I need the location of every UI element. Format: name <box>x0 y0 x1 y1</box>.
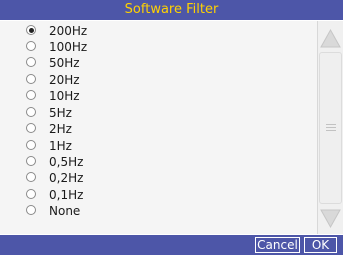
radio-icon[interactable] <box>26 156 36 166</box>
option-label: 0,1Hz <box>49 188 84 202</box>
radio-icon[interactable] <box>26 123 36 133</box>
filter-option-20hz[interactable]: 20Hz <box>0 72 316 88</box>
radio-icon[interactable] <box>26 107 36 117</box>
scroll-thumb[interactable] <box>319 52 342 204</box>
software-filter-dialog: Software Filter 200Hz 100Hz 50Hz 20Hz 10… <box>0 0 343 255</box>
filter-option-5hz[interactable]: 5Hz <box>0 105 316 121</box>
option-label: 200Hz <box>49 24 88 38</box>
filter-option-0-2hz[interactable]: 0,2Hz <box>0 170 316 186</box>
filter-option-0-1hz[interactable]: 0,1Hz <box>0 187 316 203</box>
filter-option-1hz[interactable]: 1Hz <box>0 138 316 154</box>
radio-icon[interactable] <box>26 57 36 67</box>
radio-icon[interactable] <box>26 41 36 51</box>
dialog-title: Software Filter <box>0 0 343 20</box>
filter-option-0-5hz[interactable]: 0,5Hz <box>0 154 316 170</box>
filter-option-100hz[interactable]: 100Hz <box>0 39 316 55</box>
vertical-scrollbar[interactable] <box>317 21 343 234</box>
cancel-button[interactable]: Cancel <box>255 237 300 253</box>
radio-icon[interactable] <box>26 172 36 182</box>
radio-icon[interactable] <box>26 140 36 150</box>
radio-icon[interactable] <box>26 90 36 100</box>
ok-button[interactable]: OK <box>304 237 337 253</box>
option-label: 1Hz <box>49 139 72 153</box>
triangle-down-icon <box>320 209 341 229</box>
dialog-button-bar: Cancel OK <box>0 235 343 255</box>
option-label: 20Hz <box>49 73 80 87</box>
filter-option-2hz[interactable]: 2Hz <box>0 121 316 137</box>
filter-options-list: 200Hz 100Hz 50Hz 20Hz 10Hz 5Hz 2Hz 1Hz 0… <box>0 21 316 234</box>
option-label: 100Hz <box>49 40 88 54</box>
option-label: None <box>49 204 81 218</box>
radio-icon[interactable] <box>26 205 36 215</box>
option-label: 10Hz <box>49 89 80 103</box>
triangle-up-icon <box>320 28 341 48</box>
filter-option-200hz[interactable]: 200Hz <box>0 23 316 39</box>
option-label: 5Hz <box>49 106 72 120</box>
option-label: 0,2Hz <box>49 171 84 185</box>
filter-option-none[interactable]: None <box>0 203 316 219</box>
filter-option-50hz[interactable]: 50Hz <box>0 55 316 71</box>
option-label: 2Hz <box>49 122 72 136</box>
radio-icon[interactable] <box>26 74 36 84</box>
scroll-up-button[interactable] <box>318 26 343 52</box>
filter-option-10hz[interactable]: 10Hz <box>0 88 316 104</box>
option-label: 0,5Hz <box>49 155 84 169</box>
option-label: 50Hz <box>49 56 80 70</box>
filter-options-panel: 200Hz 100Hz 50Hz 20Hz 10Hz 5Hz 2Hz 1Hz 0… <box>0 21 343 234</box>
radio-selected-icon[interactable] <box>26 25 36 35</box>
radio-icon[interactable] <box>26 189 36 199</box>
scroll-down-button[interactable] <box>318 205 343 231</box>
